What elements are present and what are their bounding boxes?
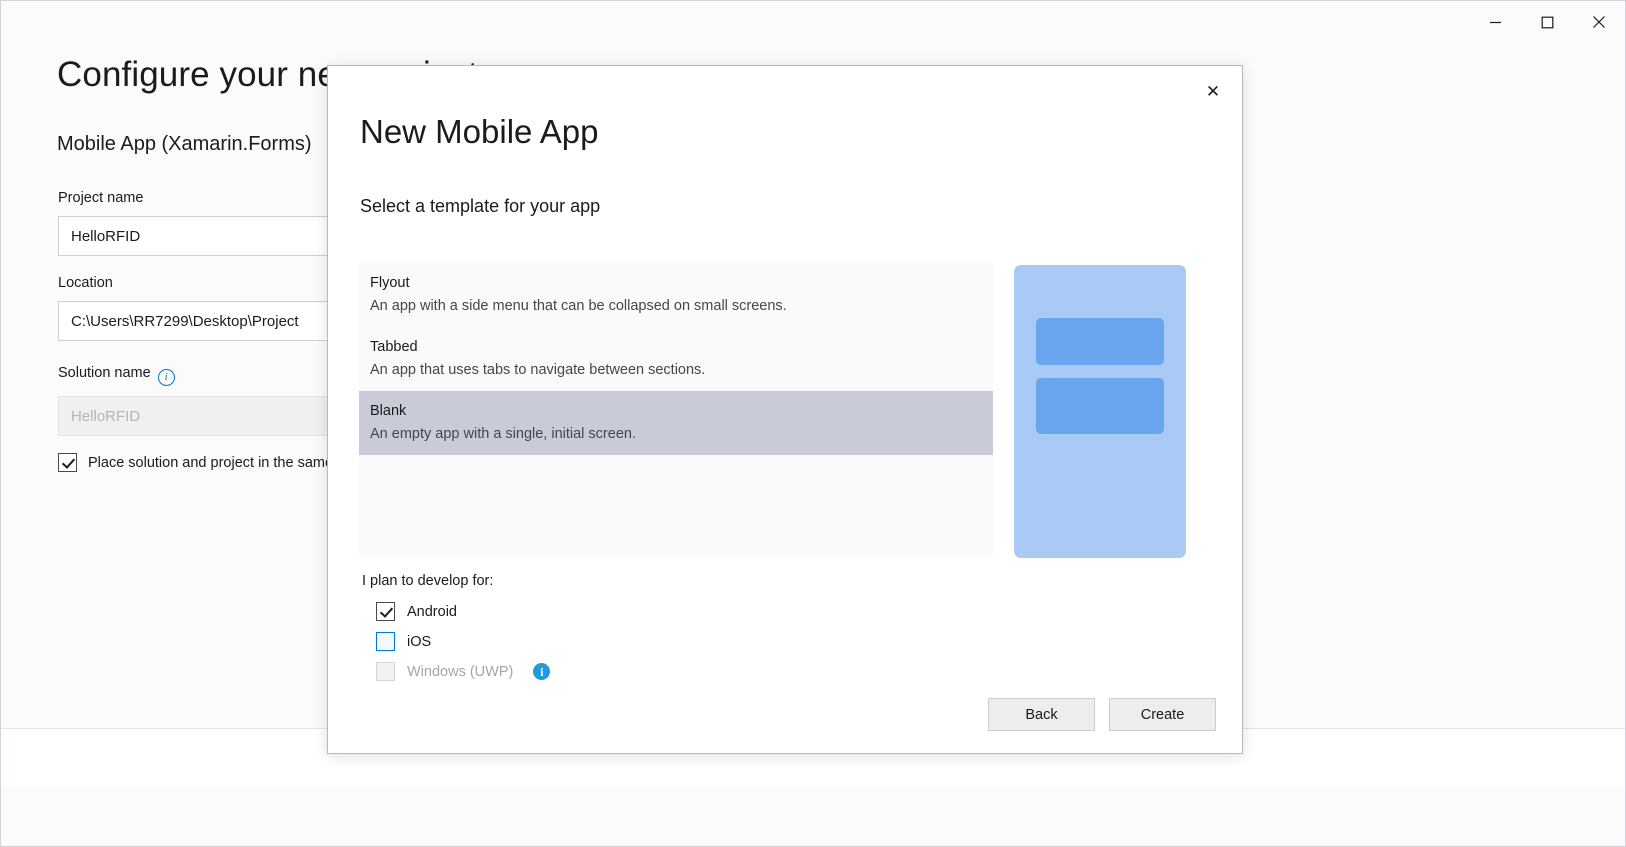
dialog-title: New Mobile App bbox=[360, 113, 599, 150]
template-preview bbox=[1014, 265, 1186, 558]
windows-uwp-label: Windows (UWP) bbox=[407, 663, 514, 680]
solution-name-label: Solution name i bbox=[58, 365, 175, 386]
android-checkbox[interactable] bbox=[376, 602, 395, 621]
preview-phone-frame bbox=[1014, 265, 1186, 558]
template-description: An app with a side menu that can be coll… bbox=[370, 298, 787, 314]
preview-content-block-2 bbox=[1036, 378, 1164, 434]
dialog-footer: Back Create bbox=[988, 698, 1216, 731]
template-description: An empty app with a single, initial scre… bbox=[370, 426, 636, 442]
page-subtitle: Mobile App (Xamarin.Forms) bbox=[57, 133, 312, 155]
dialog-close-button[interactable]: ✕ bbox=[1196, 76, 1230, 108]
windows-uwp-checkbox bbox=[376, 662, 395, 681]
template-description: An app that uses tabs to navigate betwee… bbox=[370, 362, 706, 378]
dialog-back-button[interactable]: Back bbox=[988, 698, 1095, 731]
solution-name-label-text: Solution name bbox=[58, 365, 151, 381]
develop-for-label: I plan to develop for: bbox=[362, 573, 494, 589]
template-item-tabbed[interactable]: Tabbed An app that uses tabs to navigate… bbox=[359, 327, 993, 391]
dialog-subtitle: Select a template for your app bbox=[360, 196, 601, 216]
dialog-create-button[interactable]: Create bbox=[1109, 698, 1216, 731]
android-label: Android bbox=[407, 603, 457, 620]
place-solution-checkbox[interactable] bbox=[58, 453, 77, 472]
title-bar bbox=[1, 1, 1625, 43]
platform-row-windows-uwp[interactable]: Windows (UWP) i bbox=[376, 662, 551, 681]
info-icon[interactable]: i bbox=[533, 663, 551, 680]
template-name: Tabbed bbox=[370, 339, 418, 355]
template-item-blank[interactable]: Blank An empty app with a single, initia… bbox=[359, 391, 993, 455]
new-mobile-app-dialog: ✕ New Mobile App Select a template for y… bbox=[327, 65, 1243, 754]
template-name: Flyout bbox=[370, 275, 410, 291]
project-name-label: Project name bbox=[58, 190, 144, 206]
preview-content-block-1 bbox=[1036, 318, 1164, 365]
minimize-icon bbox=[1489, 16, 1502, 29]
template-name: Blank bbox=[370, 403, 407, 419]
template-list[interactable]: Flyout An app with a side menu that can … bbox=[359, 263, 993, 557]
minimize-button[interactable] bbox=[1469, 1, 1521, 43]
close-icon bbox=[1592, 15, 1606, 29]
ios-label: iOS bbox=[407, 633, 432, 650]
location-label: Location bbox=[58, 275, 113, 291]
application-window: Configure your new project Mobile App (X… bbox=[0, 0, 1626, 847]
platform-row-ios[interactable]: iOS bbox=[376, 632, 431, 651]
template-item-flyout[interactable]: Flyout An app with a side menu that can … bbox=[359, 263, 993, 327]
ios-checkbox[interactable] bbox=[376, 632, 395, 651]
info-icon[interactable]: i bbox=[157, 369, 175, 386]
maximize-icon bbox=[1541, 16, 1554, 29]
close-button[interactable] bbox=[1573, 1, 1625, 43]
maximize-button[interactable] bbox=[1521, 1, 1573, 43]
platform-row-android[interactable]: Android bbox=[376, 602, 457, 621]
